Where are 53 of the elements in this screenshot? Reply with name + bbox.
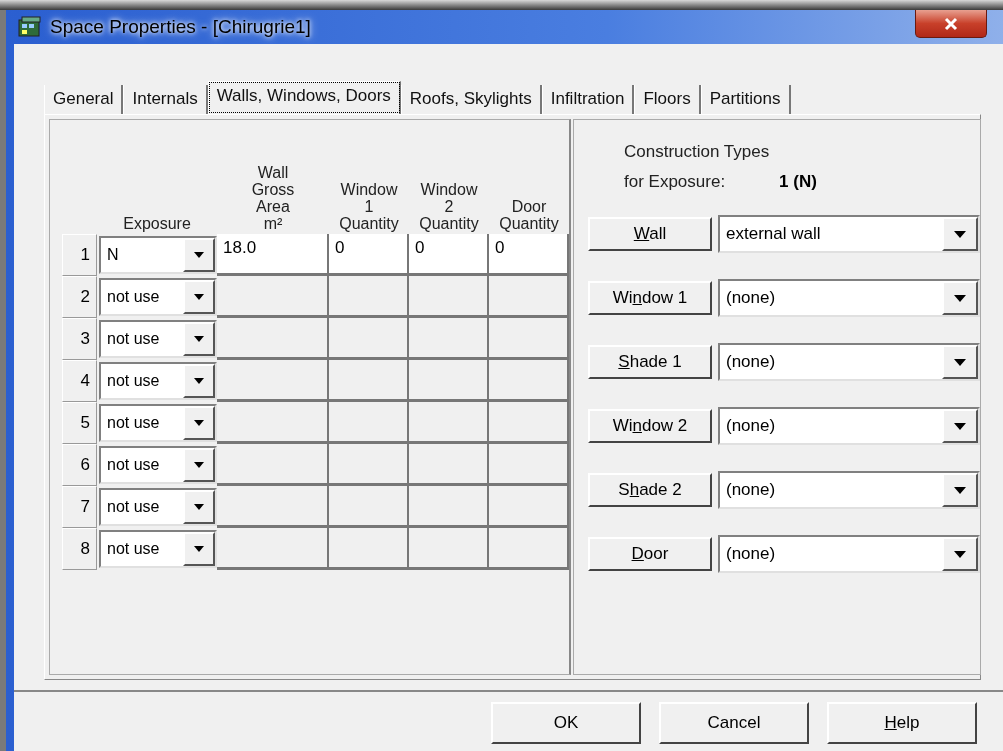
- construction-dropdown[interactable]: (none): [718, 471, 980, 509]
- table-cell[interactable]: 0: [329, 234, 409, 276]
- close-icon: [943, 16, 959, 31]
- row-number: 5: [62, 402, 97, 444]
- exposure-dropdown[interactable]: N: [99, 236, 217, 274]
- construction-dropdown[interactable]: (none): [718, 407, 980, 445]
- tab[interactable]: Infiltration: [541, 85, 635, 114]
- column-header: Window 1 Quantity: [338, 181, 400, 234]
- column-header: Wall Gross Area m²: [250, 164, 296, 234]
- row-number: 7: [62, 486, 97, 528]
- construction-button[interactable]: Window 1: [588, 281, 712, 315]
- exposure-dropdown[interactable]: not use: [99, 530, 217, 568]
- dialog-button[interactable]: Cancel: [659, 702, 809, 744]
- construction-dropdown[interactable]: (none): [718, 343, 980, 381]
- window-title: Space Properties - [Chirugrie1]: [50, 16, 311, 38]
- exposure-dropdown[interactable]: not use: [99, 278, 217, 316]
- column-header: Window 2 Quantity: [418, 181, 480, 234]
- column-header: Door Quantity: [498, 198, 560, 234]
- exposure-value: 1 (N): [779, 172, 817, 192]
- exposure-dropdown[interactable]: not use: [99, 446, 217, 484]
- exposure-dropdown[interactable]: not use: [99, 488, 217, 526]
- dialog-button[interactable]: Help: [827, 702, 977, 744]
- close-button[interactable]: [915, 10, 987, 38]
- tab[interactable]: General: [44, 85, 124, 114]
- table-cell[interactable]: 0: [409, 234, 489, 276]
- column-header: Exposure: [122, 215, 192, 234]
- tab[interactable]: Partitions: [700, 85, 791, 114]
- construction-dropdown[interactable]: (none): [718, 279, 980, 317]
- app-icon: [18, 16, 42, 38]
- row-number: 2: [62, 276, 97, 318]
- row-number: 3: [62, 318, 97, 360]
- construction-button[interactable]: Wall: [588, 217, 712, 251]
- construction-button[interactable]: Door: [588, 537, 712, 571]
- table-cell[interactable]: 0: [489, 234, 569, 276]
- tab[interactable]: Floors: [634, 85, 701, 114]
- construction-button[interactable]: Window 2: [588, 409, 712, 443]
- tab[interactable]: Walls, Windows, Doors: [207, 81, 401, 114]
- exposure-dropdown[interactable]: not use: [99, 362, 217, 400]
- construction-dropdown[interactable]: (none): [718, 535, 980, 573]
- row-number: 4: [62, 360, 97, 402]
- row-number: 6: [62, 444, 97, 486]
- row-number: 8: [62, 528, 97, 570]
- exposure-label: for Exposure:: [623, 172, 726, 192]
- exposure-dropdown[interactable]: not use: [99, 320, 217, 358]
- row-number: 1: [62, 234, 97, 276]
- construction-types-heading: Construction Types: [623, 141, 771, 162]
- construction-button[interactable]: Shade 1: [588, 345, 712, 379]
- tab[interactable]: Roofs, Skylights: [400, 85, 542, 114]
- dialog-button[interactable]: OK: [491, 702, 641, 744]
- construction-dropdown[interactable]: external wall: [718, 215, 980, 253]
- exposure-dropdown[interactable]: not use: [99, 404, 217, 442]
- construction-button[interactable]: Shade 2: [588, 473, 712, 507]
- table-cell[interactable]: 18.0: [217, 234, 329, 276]
